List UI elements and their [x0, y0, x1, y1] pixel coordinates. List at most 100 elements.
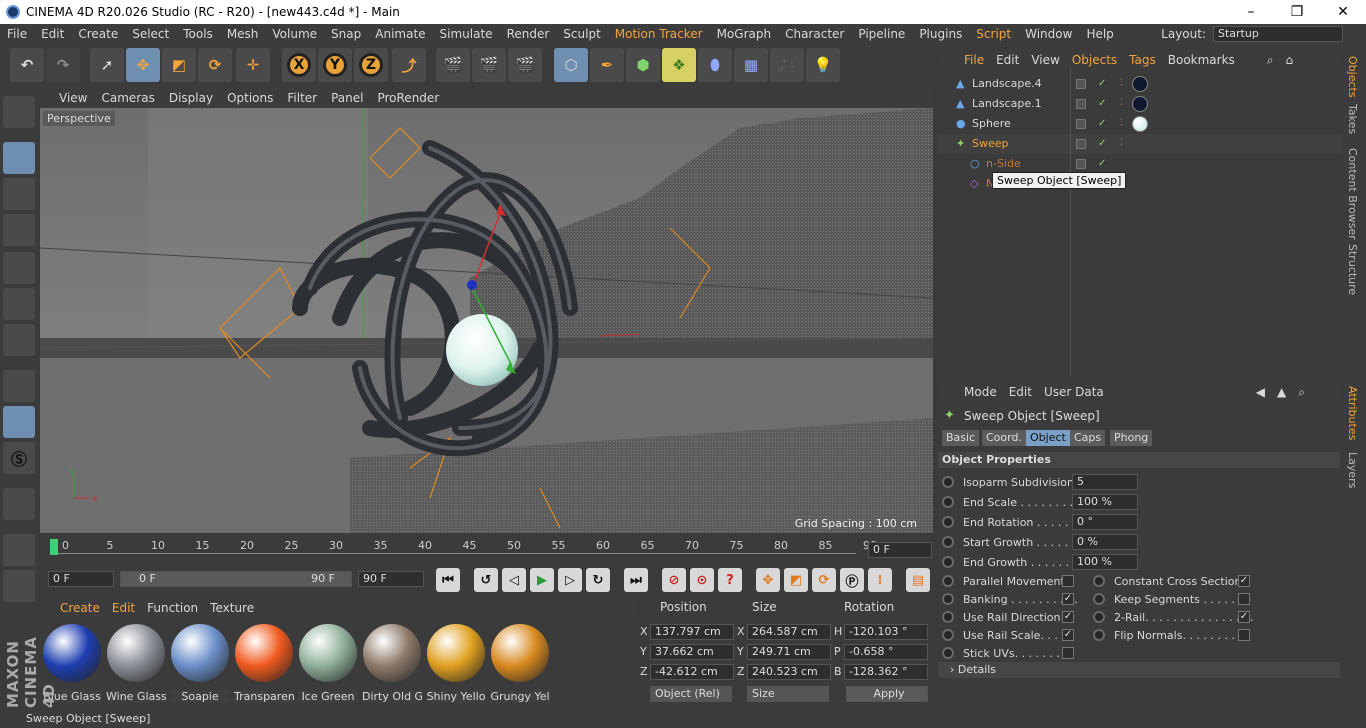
- object-row[interactable]: ▲ Landscape.4 ✓ ⁚: [938, 74, 1342, 94]
- search-icon[interactable]: ⌕: [1292, 385, 1311, 400]
- selection-tool-icon[interactable]: ➚: [90, 48, 124, 82]
- tab-objects[interactable]: Objects: [1346, 56, 1359, 98]
- animation-key-dot-icon[interactable]: [942, 496, 954, 508]
- end-frame-field[interactable]: 90 F: [358, 571, 424, 587]
- subdivision-surface-icon[interactable]: ⬢: [626, 48, 660, 82]
- layer-swatch[interactable]: [1076, 119, 1086, 129]
- home-icon[interactable]: ⌂: [1280, 53, 1300, 67]
- menu-animate[interactable]: Animate: [368, 27, 432, 41]
- size-mode-select[interactable]: Size: [747, 686, 829, 702]
- coordinate-system-icon[interactable]: ⤴: [392, 48, 426, 82]
- property-checkbox[interactable]: ✓: [1062, 611, 1074, 623]
- am-menu-edit[interactable]: Edit: [1003, 385, 1038, 399]
- camera-icon[interactable]: 🎥: [770, 48, 804, 82]
- material-swatch[interactable]: Shiny Yello: [426, 624, 486, 704]
- rotation-p-field[interactable]: -0.658 °: [844, 644, 928, 660]
- previous-frame-icon[interactable]: ◁: [502, 568, 526, 592]
- tab-takes[interactable]: Takes: [1346, 104, 1359, 134]
- coordinate-mode-select[interactable]: Object (Rel): [650, 686, 732, 702]
- viewport-menu-cameras[interactable]: Cameras: [94, 91, 161, 105]
- points-mode-icon[interactable]: [3, 252, 35, 284]
- edit-render-settings-icon[interactable]: 🎬: [508, 48, 542, 82]
- object-row[interactable]: ✦ Sweep ✓ ⁚: [938, 134, 1342, 154]
- tweak-mode-icon[interactable]: [3, 406, 35, 438]
- size-y-field[interactable]: 249.71 cm: [747, 644, 831, 660]
- pen-spline-icon[interactable]: ✒: [590, 48, 624, 82]
- om-menu-file[interactable]: File: [958, 53, 990, 67]
- go-to-next-key-icon[interactable]: ↻: [586, 568, 610, 592]
- menu-select[interactable]: Select: [125, 27, 176, 41]
- material-menu-function[interactable]: Function: [141, 601, 204, 615]
- render-picture-viewer-icon[interactable]: 🎬: [472, 48, 506, 82]
- enabled-check-icon[interactable]: ✓: [1098, 158, 1106, 169]
- menu-character[interactable]: Character: [778, 27, 851, 41]
- property-checkbox[interactable]: [1238, 593, 1250, 605]
- property-value-field[interactable]: 0 %: [1072, 534, 1138, 550]
- axis-mode-icon[interactable]: [3, 370, 35, 402]
- animation-key-dot-icon[interactable]: [942, 611, 954, 623]
- position-y-field[interactable]: 37.662 cm: [650, 644, 734, 660]
- menu-help[interactable]: Help: [1079, 27, 1120, 41]
- render-view-icon[interactable]: 🎬: [436, 48, 470, 82]
- up-arrow-icon[interactable]: ▲: [1271, 385, 1292, 399]
- object-name[interactable]: Landscape.4: [972, 77, 1042, 90]
- record-active-objects-icon[interactable]: ⊘: [662, 568, 686, 592]
- record-parameter-icon[interactable]: Ⓟ: [840, 568, 864, 592]
- menu-script[interactable]: Script: [969, 27, 1018, 41]
- animation-key-dot-icon[interactable]: [942, 536, 954, 548]
- enabled-check-icon[interactable]: ✓: [1098, 138, 1106, 149]
- menu-render[interactable]: Render: [500, 27, 557, 41]
- timeline-window-icon[interactable]: ▤: [906, 568, 930, 592]
- start-frame-field[interactable]: 0 F: [48, 571, 114, 587]
- layer-swatch[interactable]: [1076, 159, 1086, 169]
- visibility-dots-icon[interactable]: ⁚: [1120, 138, 1128, 150]
- current-frame-field[interactable]: 0 F: [868, 542, 932, 558]
- layer-swatch[interactable]: [1076, 139, 1086, 149]
- array-icon[interactable]: ❖: [662, 48, 696, 82]
- go-to-end-icon[interactable]: ⏭: [624, 568, 648, 592]
- enabled-check-icon[interactable]: ✓: [1098, 118, 1106, 129]
- menu-snap[interactable]: Snap: [324, 27, 368, 41]
- viewport-menu-view[interactable]: View: [52, 91, 94, 105]
- animation-key-dot-icon[interactable]: [1093, 611, 1105, 623]
- frame-range-slider[interactable]: 0 F 90 F: [120, 571, 352, 587]
- go-to-previous-key-icon[interactable]: ↺: [474, 568, 498, 592]
- om-menu-tags[interactable]: Tags: [1123, 53, 1162, 67]
- make-editable-icon[interactable]: [3, 96, 35, 128]
- menu-pipeline[interactable]: Pipeline: [851, 27, 912, 41]
- menu-sculpt[interactable]: Sculpt: [556, 27, 607, 41]
- y-axis-lock-button[interactable]: Y: [318, 48, 352, 82]
- layout-select[interactable]: Startup: [1213, 26, 1343, 42]
- search-icon[interactable]: ⌕: [1261, 53, 1280, 68]
- rotation-h-field[interactable]: -120.103 °: [844, 624, 928, 640]
- menu-edit[interactable]: Edit: [34, 27, 71, 41]
- move-tool-icon[interactable]: ✥: [126, 48, 160, 82]
- position-z-field[interactable]: -42.612 cm: [650, 664, 734, 680]
- menu-motion-tracker[interactable]: Motion Tracker: [608, 27, 710, 41]
- timeline-ruler[interactable]: 051015202530354045505560657075808590 0 F: [40, 535, 934, 565]
- z-axis-lock-button[interactable]: Z: [354, 48, 388, 82]
- menu-simulate[interactable]: Simulate: [433, 27, 500, 41]
- viewport-menu-filter[interactable]: Filter: [280, 91, 324, 105]
- om-menu-view[interactable]: View: [1025, 53, 1065, 67]
- viewport-menu-display[interactable]: Display: [162, 91, 220, 105]
- material-tag-icon[interactable]: [1132, 76, 1148, 92]
- autokeying-icon[interactable]: ⊙: [690, 568, 714, 592]
- record-point-level-icon[interactable]: ⁞: [868, 568, 892, 592]
- camera-label[interactable]: Perspective: [43, 111, 115, 126]
- visibility-dots-icon[interactable]: ⁚: [1120, 118, 1128, 130]
- animation-key-dot-icon[interactable]: [1093, 629, 1105, 641]
- menu-create[interactable]: Create: [71, 27, 125, 41]
- x-axis-lock-button[interactable]: X: [282, 48, 316, 82]
- material-menu-edit[interactable]: Edit: [106, 601, 141, 615]
- tab-attributes[interactable]: Attributes: [1346, 386, 1359, 440]
- menu-plugins[interactable]: Plugins: [912, 27, 969, 41]
- tab-layers[interactable]: Layers: [1346, 452, 1359, 488]
- om-menu-edit[interactable]: Edit: [990, 53, 1025, 67]
- layer-swatch[interactable]: [1076, 99, 1086, 109]
- edges-mode-icon[interactable]: [3, 288, 35, 320]
- property-value-field[interactable]: 100 %: [1072, 554, 1138, 570]
- light-icon[interactable]: 💡: [806, 48, 840, 82]
- animation-key-dot-icon[interactable]: [942, 575, 954, 587]
- position-x-field[interactable]: 137.797 cm: [650, 624, 734, 640]
